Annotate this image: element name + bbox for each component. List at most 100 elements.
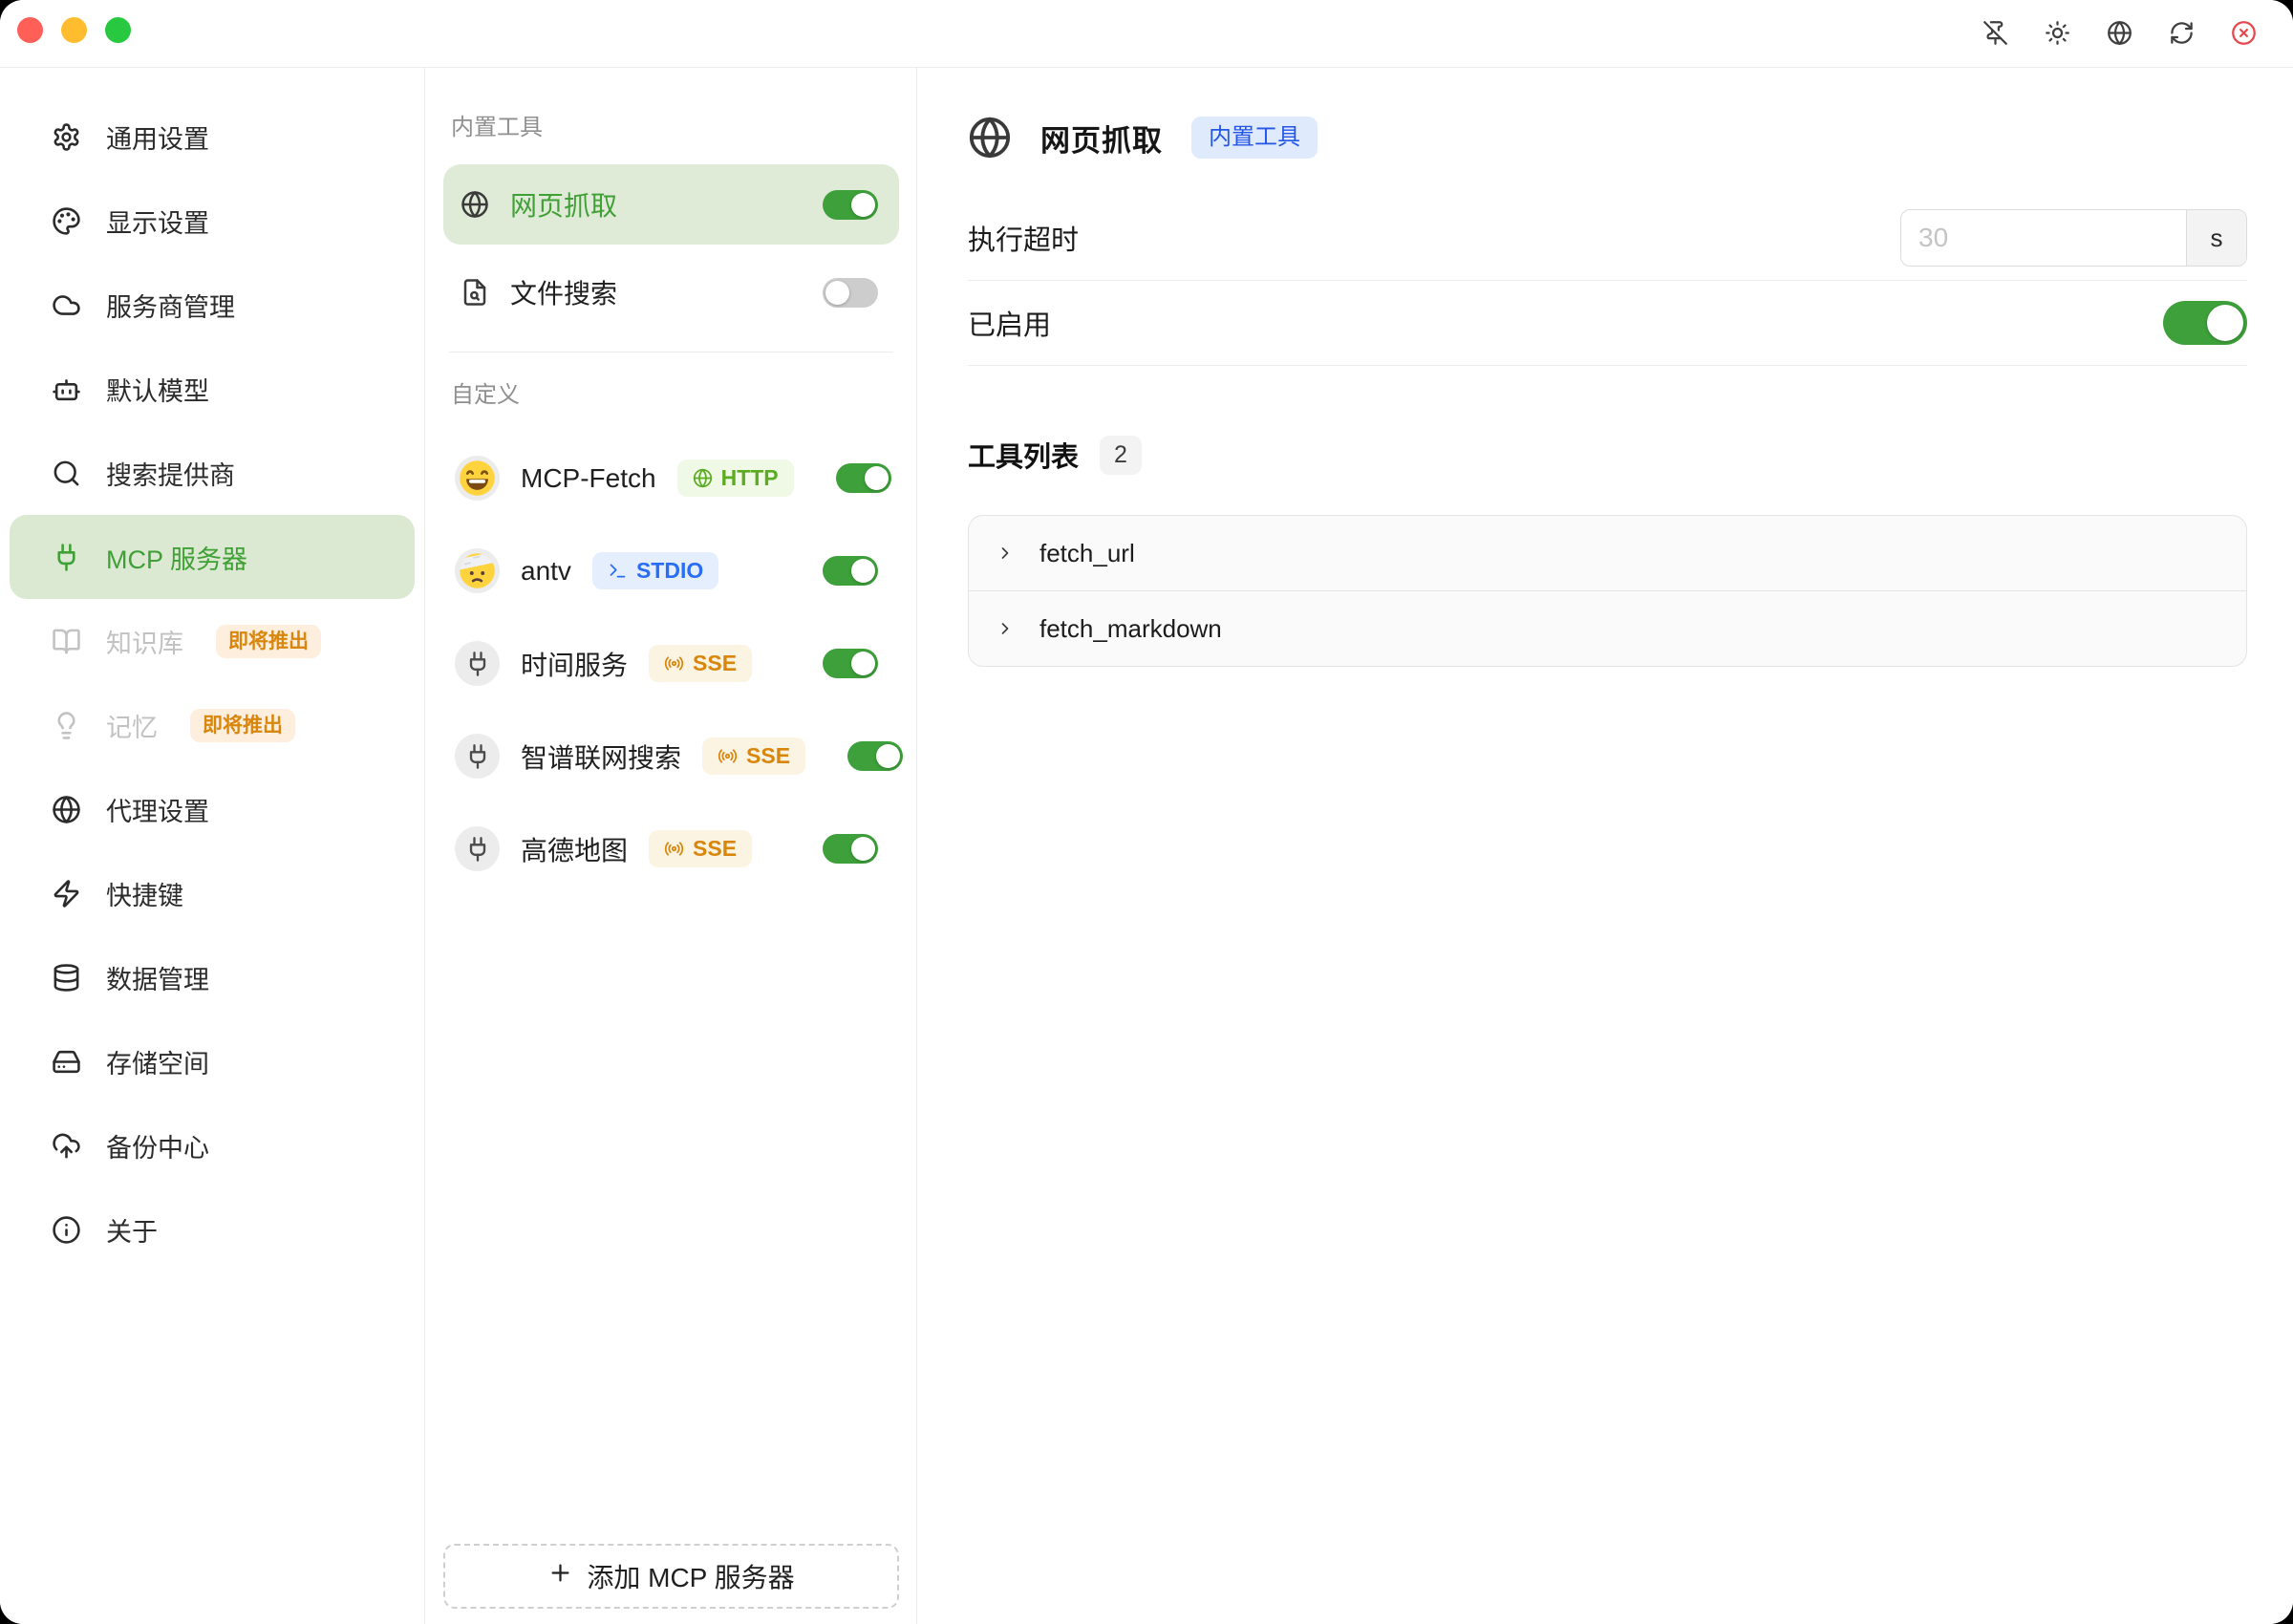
server-item-file-search[interactable]: 文件搜索	[443, 252, 899, 332]
sidebar-item-proxy-settings[interactable]: 代理设置	[10, 767, 415, 851]
server-item-zhipu-web-search[interactable]: 智谱联网搜索SSE	[443, 710, 899, 802]
sidebar-item-knowledge-base[interactable]: 知识库即将推出	[10, 599, 415, 683]
transport-badge-http: HTTP	[677, 459, 794, 497]
mcp-server-list-panel: 内置工具网页抓取文件搜索自定义MCP-FetchHTTPantvSTDIO时间服…	[426, 68, 917, 1624]
sidebar-item-general-settings[interactable]: 通用设置	[10, 95, 415, 179]
globe-icon	[968, 116, 1012, 160]
sidebar-item-label: 通用设置	[106, 118, 209, 156]
sidebar-item-label: 默认模型	[106, 371, 209, 408]
sidebar-item-label: 关于	[106, 1211, 158, 1249]
timeout-input[interactable]	[1901, 210, 2186, 266]
server-item-amap[interactable]: 高德地图SSE	[443, 802, 899, 895]
sidebar-item-label: 记忆	[106, 707, 158, 744]
web-scraping-toggle[interactable]	[823, 190, 878, 220]
tool-row-fetch_url[interactable]: fetch_url	[969, 516, 2246, 590]
sidebar-item-about[interactable]: 关于	[10, 1187, 415, 1271]
pin-off-icon[interactable]	[1982, 20, 2008, 46]
chevron-right-icon	[996, 619, 1015, 638]
app-window: 通用设置显示设置服务商管理默认模型搜索提供商MCP 服务器知识库即将推出记忆即将…	[0, 0, 2293, 1624]
search-icon	[52, 459, 81, 488]
timeout-row: 执行超时 s	[968, 196, 2247, 280]
coming-soon-badge: 即将推出	[190, 709, 295, 742]
traffic-light-zoom[interactable]	[105, 17, 131, 43]
sidebar-item-label: 备份中心	[106, 1127, 209, 1165]
sidebar-item-data-management[interactable]: 数据管理	[10, 935, 415, 1019]
bot-icon	[52, 374, 81, 404]
mcp-fetch-toggle[interactable]	[836, 463, 891, 493]
server-item-mcp-fetch[interactable]: MCP-Fetch HTTP	[443, 432, 899, 524]
cloud-upload-icon	[52, 1131, 81, 1161]
sidebar-item-label: 知识库	[106, 623, 183, 660]
palette-icon	[52, 206, 81, 236]
add-mcp-server-label: 添加 MCP 服务器	[587, 1557, 794, 1595]
traffic-lights	[17, 17, 131, 43]
server-item-web-scraping[interactable]: 网页抓取	[443, 164, 899, 245]
sidebar-item-default-models[interactable]: 默认模型	[10, 347, 415, 431]
transport-label: HTTP	[721, 467, 779, 489]
bulb-icon	[52, 711, 81, 740]
sidebar-item-label: 代理设置	[106, 791, 209, 828]
chevron-right-icon	[996, 544, 1015, 563]
theme-icon[interactable]	[2045, 20, 2070, 46]
sidebar-item-mcp-servers[interactable]: MCP 服务器	[10, 515, 415, 599]
server-name: 智谱联网搜索	[521, 737, 681, 776]
amap-toggle[interactable]	[823, 834, 878, 864]
divider	[968, 365, 2247, 366]
tool-list-title: 工具列表	[968, 435, 1079, 475]
tool-list-header: 工具列表 2	[968, 435, 2247, 475]
sidebar-item-provider-management[interactable]: 服务商管理	[10, 263, 415, 347]
server-avatar	[455, 734, 500, 779]
server-name: MCP-Fetch	[521, 463, 656, 494]
server-avatar	[455, 641, 500, 686]
sidebar-item-shortcuts[interactable]: 快捷键	[10, 851, 415, 935]
sidebar-item-display-settings[interactable]: 显示设置	[10, 179, 415, 263]
sidebar-item-label: 搜索提供商	[106, 455, 235, 492]
section-label: 自定义	[443, 375, 899, 409]
sidebar-item-search-providers[interactable]: 搜索提供商	[10, 431, 415, 515]
server-item-antv[interactable]: antvSTDIO	[443, 524, 899, 617]
info-icon	[52, 1215, 81, 1245]
tool-list: fetch_url fetch_markdown	[968, 515, 2247, 667]
server-item-time-service[interactable]: 时间服务SSE	[443, 617, 899, 710]
plug-icon	[52, 543, 81, 572]
time-service-toggle[interactable]	[823, 649, 878, 678]
enabled-label: 已启用	[968, 303, 2163, 343]
settings-sidebar: 通用设置显示设置服务商管理默认模型搜索提供商MCP 服务器知识库即将推出记忆即将…	[0, 68, 425, 1624]
server-avatar	[455, 456, 500, 501]
tool-row-fetch_markdown[interactable]: fetch_markdown	[969, 590, 2246, 666]
sidebar-item-label: 存储空间	[106, 1043, 209, 1080]
traffic-light-minimize[interactable]	[61, 17, 87, 43]
database-icon	[52, 963, 81, 993]
section-divider	[449, 352, 893, 353]
timeout-unit: s	[2186, 210, 2246, 266]
file-search-toggle[interactable]	[823, 278, 878, 308]
sidebar-item-backup-center[interactable]: 备份中心	[10, 1103, 415, 1187]
language-icon[interactable]	[2107, 20, 2132, 46]
zhipu-web-search-toggle[interactable]	[847, 741, 903, 771]
sidebar-item-storage-space[interactable]: 存储空间	[10, 1019, 415, 1103]
refresh-icon[interactable]	[2169, 20, 2195, 46]
add-mcp-server-button[interactable]: 添加 MCP 服务器	[443, 1544, 899, 1609]
plus-icon	[547, 1560, 573, 1592]
titlebar-actions	[1982, 20, 2257, 46]
globe-icon	[461, 190, 489, 219]
antv-toggle[interactable]	[823, 556, 878, 586]
close-window-icon[interactable]	[2231, 20, 2257, 46]
server-list: 内置工具网页抓取文件搜索自定义MCP-FetchHTTPantvSTDIO时间服…	[443, 108, 899, 895]
tool-count-badge: 2	[1100, 436, 1142, 475]
sidebar-item-label: 服务商管理	[106, 287, 235, 324]
sidebar-item-memory[interactable]: 记忆即将推出	[10, 683, 415, 767]
book-icon	[52, 627, 81, 656]
cloud-icon	[52, 290, 81, 320]
enabled-toggle[interactable]	[2163, 301, 2247, 345]
tool-name: fetch_url	[1039, 539, 1135, 568]
settings-icon	[52, 122, 81, 152]
file-search-icon	[461, 278, 489, 307]
sidebar-item-label: 数据管理	[106, 959, 209, 996]
detail-title: 网页抓取	[1040, 117, 1163, 160]
hard-drive-icon	[52, 1047, 81, 1077]
server-name: 时间服务	[521, 645, 628, 683]
zap-icon	[52, 879, 81, 908]
traffic-light-close[interactable]	[17, 17, 43, 43]
server-name: 文件搜索	[510, 273, 617, 311]
